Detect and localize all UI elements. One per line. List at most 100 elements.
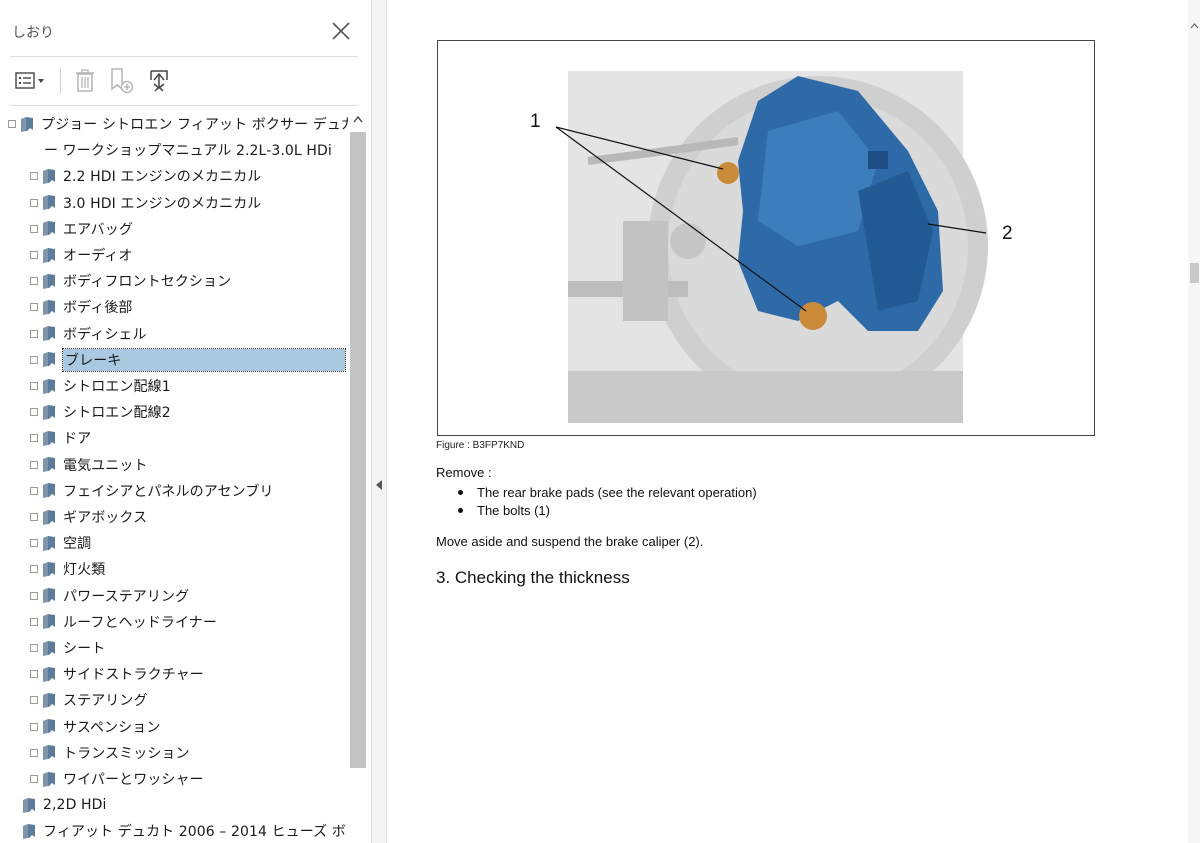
expand-toggle-icon[interactable] bbox=[30, 565, 38, 574]
expand-toggle-icon[interactable] bbox=[30, 539, 38, 548]
new-bookmark-icon bbox=[111, 68, 134, 94]
expand-toggle-icon[interactable] bbox=[30, 617, 38, 626]
expand-toggle-icon[interactable] bbox=[30, 486, 38, 495]
callout-1-label: 1 bbox=[530, 111, 541, 132]
bookmark-label: ボディシェル bbox=[63, 326, 147, 343]
bookmark-item[interactable]: サスペンション bbox=[30, 715, 160, 739]
bookmark-icon bbox=[43, 483, 55, 499]
bookmark-label: ー ワークショップマニュアル 2.2L-3.0L HDi bbox=[44, 143, 332, 160]
expand-toggle-icon[interactable] bbox=[30, 355, 38, 364]
expand-toggle-icon[interactable] bbox=[30, 775, 38, 783]
bookmark-item[interactable]: ブレーキ bbox=[30, 347, 346, 372]
options-button[interactable] bbox=[12, 66, 50, 96]
bookmark-item[interactable]: 電気ユニット bbox=[30, 453, 148, 477]
bullet-icon bbox=[458, 489, 463, 495]
bookmark-item[interactable]: トランスミッション bbox=[30, 741, 190, 765]
bookmark-label: ボディフロントセクション bbox=[63, 274, 232, 291]
bookmark-label: シトロエン配線1 bbox=[63, 379, 171, 395]
bookmark-icon bbox=[43, 168, 55, 184]
bookmark-icon bbox=[43, 692, 55, 708]
expand-toggle-icon[interactable] bbox=[30, 303, 38, 312]
bookmark-item[interactable]: ボディフロントセクション bbox=[30, 269, 231, 293]
new-bookmark-button[interactable] bbox=[106, 66, 136, 96]
bookmark-label: サイドストラクチャー bbox=[63, 667, 204, 684]
bookmark-icon bbox=[43, 561, 55, 577]
bookmark-icon bbox=[43, 273, 55, 289]
bookmark-icon bbox=[43, 666, 55, 682]
bookmark-icon bbox=[43, 719, 55, 735]
bookmark-item[interactable]: ルーフとヘッドライナー bbox=[30, 610, 217, 634]
expand-toggle-icon[interactable] bbox=[30, 329, 38, 338]
bookmark-item[interactable]: シトロエン配線2 bbox=[30, 400, 171, 424]
expand-toggle-icon[interactable] bbox=[30, 644, 38, 652]
bookmark-item[interactable]: ボディシェル bbox=[30, 322, 147, 346]
panel-scrollbar[interactable] bbox=[348, 112, 368, 843]
bookmark-item[interactable]: フィアット デュカト 2006 – 2014 ヒューズ ボックスの bbox=[8, 819, 348, 843]
expand-toggle-icon[interactable] bbox=[30, 251, 38, 259]
bookmark-item[interactable]: シート bbox=[30, 636, 105, 660]
bookmark-item[interactable]: 空調 bbox=[30, 531, 91, 555]
document-scrollbar[interactable] bbox=[1188, 0, 1200, 843]
bookmark-item[interactable]: ワイパーとワッシャー bbox=[30, 767, 204, 791]
delete-bookmark-button[interactable] bbox=[70, 66, 100, 96]
bookmark-item[interactable]: オーディオ bbox=[30, 243, 133, 267]
bookmark-label: 3.0 HDI エンジンのメカニカル bbox=[63, 195, 262, 212]
bookmark-item[interactable]: フェイシアとパネルのアセンブリ bbox=[30, 479, 274, 503]
bookmark-icon bbox=[43, 404, 55, 420]
bookmark-item[interactable]: ボディ後部 bbox=[30, 295, 133, 319]
expand-toggle-icon[interactable] bbox=[30, 172, 38, 181]
bookmark-label: エアバッグ bbox=[63, 221, 133, 238]
bookmark-label-continuation[interactable]: ー ワークショップマニュアル 2.2L-3.0L HDi bbox=[8, 138, 332, 162]
expand-toggle-icon[interactable] bbox=[30, 722, 38, 731]
expand-toggle-icon[interactable] bbox=[30, 224, 38, 233]
panel-header: しおり bbox=[0, 0, 372, 56]
bookmark-label: 灯火類 bbox=[63, 562, 106, 579]
bookmark-icon bbox=[43, 535, 55, 551]
bookmark-item[interactable]: サイドストラクチャー bbox=[30, 662, 204, 686]
expand-toggle-icon[interactable] bbox=[30, 513, 38, 521]
bookmark-item[interactable]: ギアボックス bbox=[30, 505, 147, 529]
bookmarks-panel: しおり プジョー シトロエン フィアット ボクサー デュ ー ワークショップマニ… bbox=[0, 0, 372, 843]
expand-toggle-icon[interactable] bbox=[30, 382, 38, 390]
expand-toggle-icon[interactable] bbox=[30, 696, 38, 705]
bookmark-icon bbox=[43, 326, 55, 342]
bookmark-item[interactable]: 2.2 HDI エンジンのメカニカル bbox=[30, 164, 261, 188]
bookmark-icon bbox=[43, 640, 55, 656]
bookmark-label: フェイシアとパネルのアセンブリ bbox=[63, 483, 274, 500]
bookmark-item[interactable]: 3.0 HDI エンジンのメカニカル bbox=[30, 191, 261, 215]
bookmark-icon bbox=[43, 247, 55, 263]
panel-scroll-thumb[interactable] bbox=[350, 132, 366, 768]
bookmark-label: 電気ユニット bbox=[63, 457, 148, 474]
expand-toggle-icon[interactable] bbox=[30, 198, 38, 207]
bookmark-icon bbox=[23, 797, 35, 813]
bookmark-item[interactable]: パワーステアリング bbox=[30, 584, 189, 608]
scroll-up-icon[interactable] bbox=[352, 114, 364, 126]
expand-toggle-icon[interactable] bbox=[30, 434, 38, 443]
bookmark-item[interactable]: 灯火類 bbox=[30, 557, 105, 581]
bookmark-item[interactable]: ステアリング bbox=[30, 688, 148, 712]
expand-toggle-icon[interactable] bbox=[30, 408, 38, 417]
scroll-up-icon[interactable] bbox=[1190, 22, 1199, 33]
bookmark-item[interactable]: プジョー シトロエン フィアット ボクサー デュカト リレ bbox=[8, 112, 348, 136]
expand-toggle-icon[interactable] bbox=[30, 460, 38, 469]
bookmark-item[interactable]: シトロエン配線1 bbox=[30, 374, 171, 398]
bookmark-icon bbox=[23, 823, 35, 839]
panel-splitter[interactable] bbox=[373, 0, 387, 843]
expand-toggle-icon[interactable] bbox=[30, 748, 38, 757]
bookmark-label: シート bbox=[63, 641, 106, 657]
expand-toggle-icon[interactable] bbox=[30, 277, 38, 286]
close-panel-button[interactable] bbox=[330, 20, 352, 42]
bookmark-label: 2.2 HDI エンジンのメカニカル bbox=[63, 169, 262, 186]
panel-title: しおり bbox=[12, 25, 54, 41]
document-scroll-thumb[interactable] bbox=[1190, 263, 1199, 283]
bookmark-item[interactable]: ドア bbox=[30, 426, 91, 450]
expand-toggle-icon[interactable] bbox=[30, 591, 38, 600]
bookmark-icon bbox=[43, 771, 55, 787]
expand-bookmark-button[interactable] bbox=[144, 66, 174, 96]
bookmark-item[interactable]: エアバッグ bbox=[30, 217, 133, 241]
collapse-left-icon[interactable] bbox=[376, 480, 382, 490]
bookmark-label: トランスミッション bbox=[63, 745, 190, 762]
expand-toggle-icon[interactable] bbox=[8, 120, 16, 128]
expand-toggle-icon[interactable] bbox=[30, 670, 38, 679]
bookmark-item[interactable]: 2,2D HDi bbox=[8, 793, 107, 817]
